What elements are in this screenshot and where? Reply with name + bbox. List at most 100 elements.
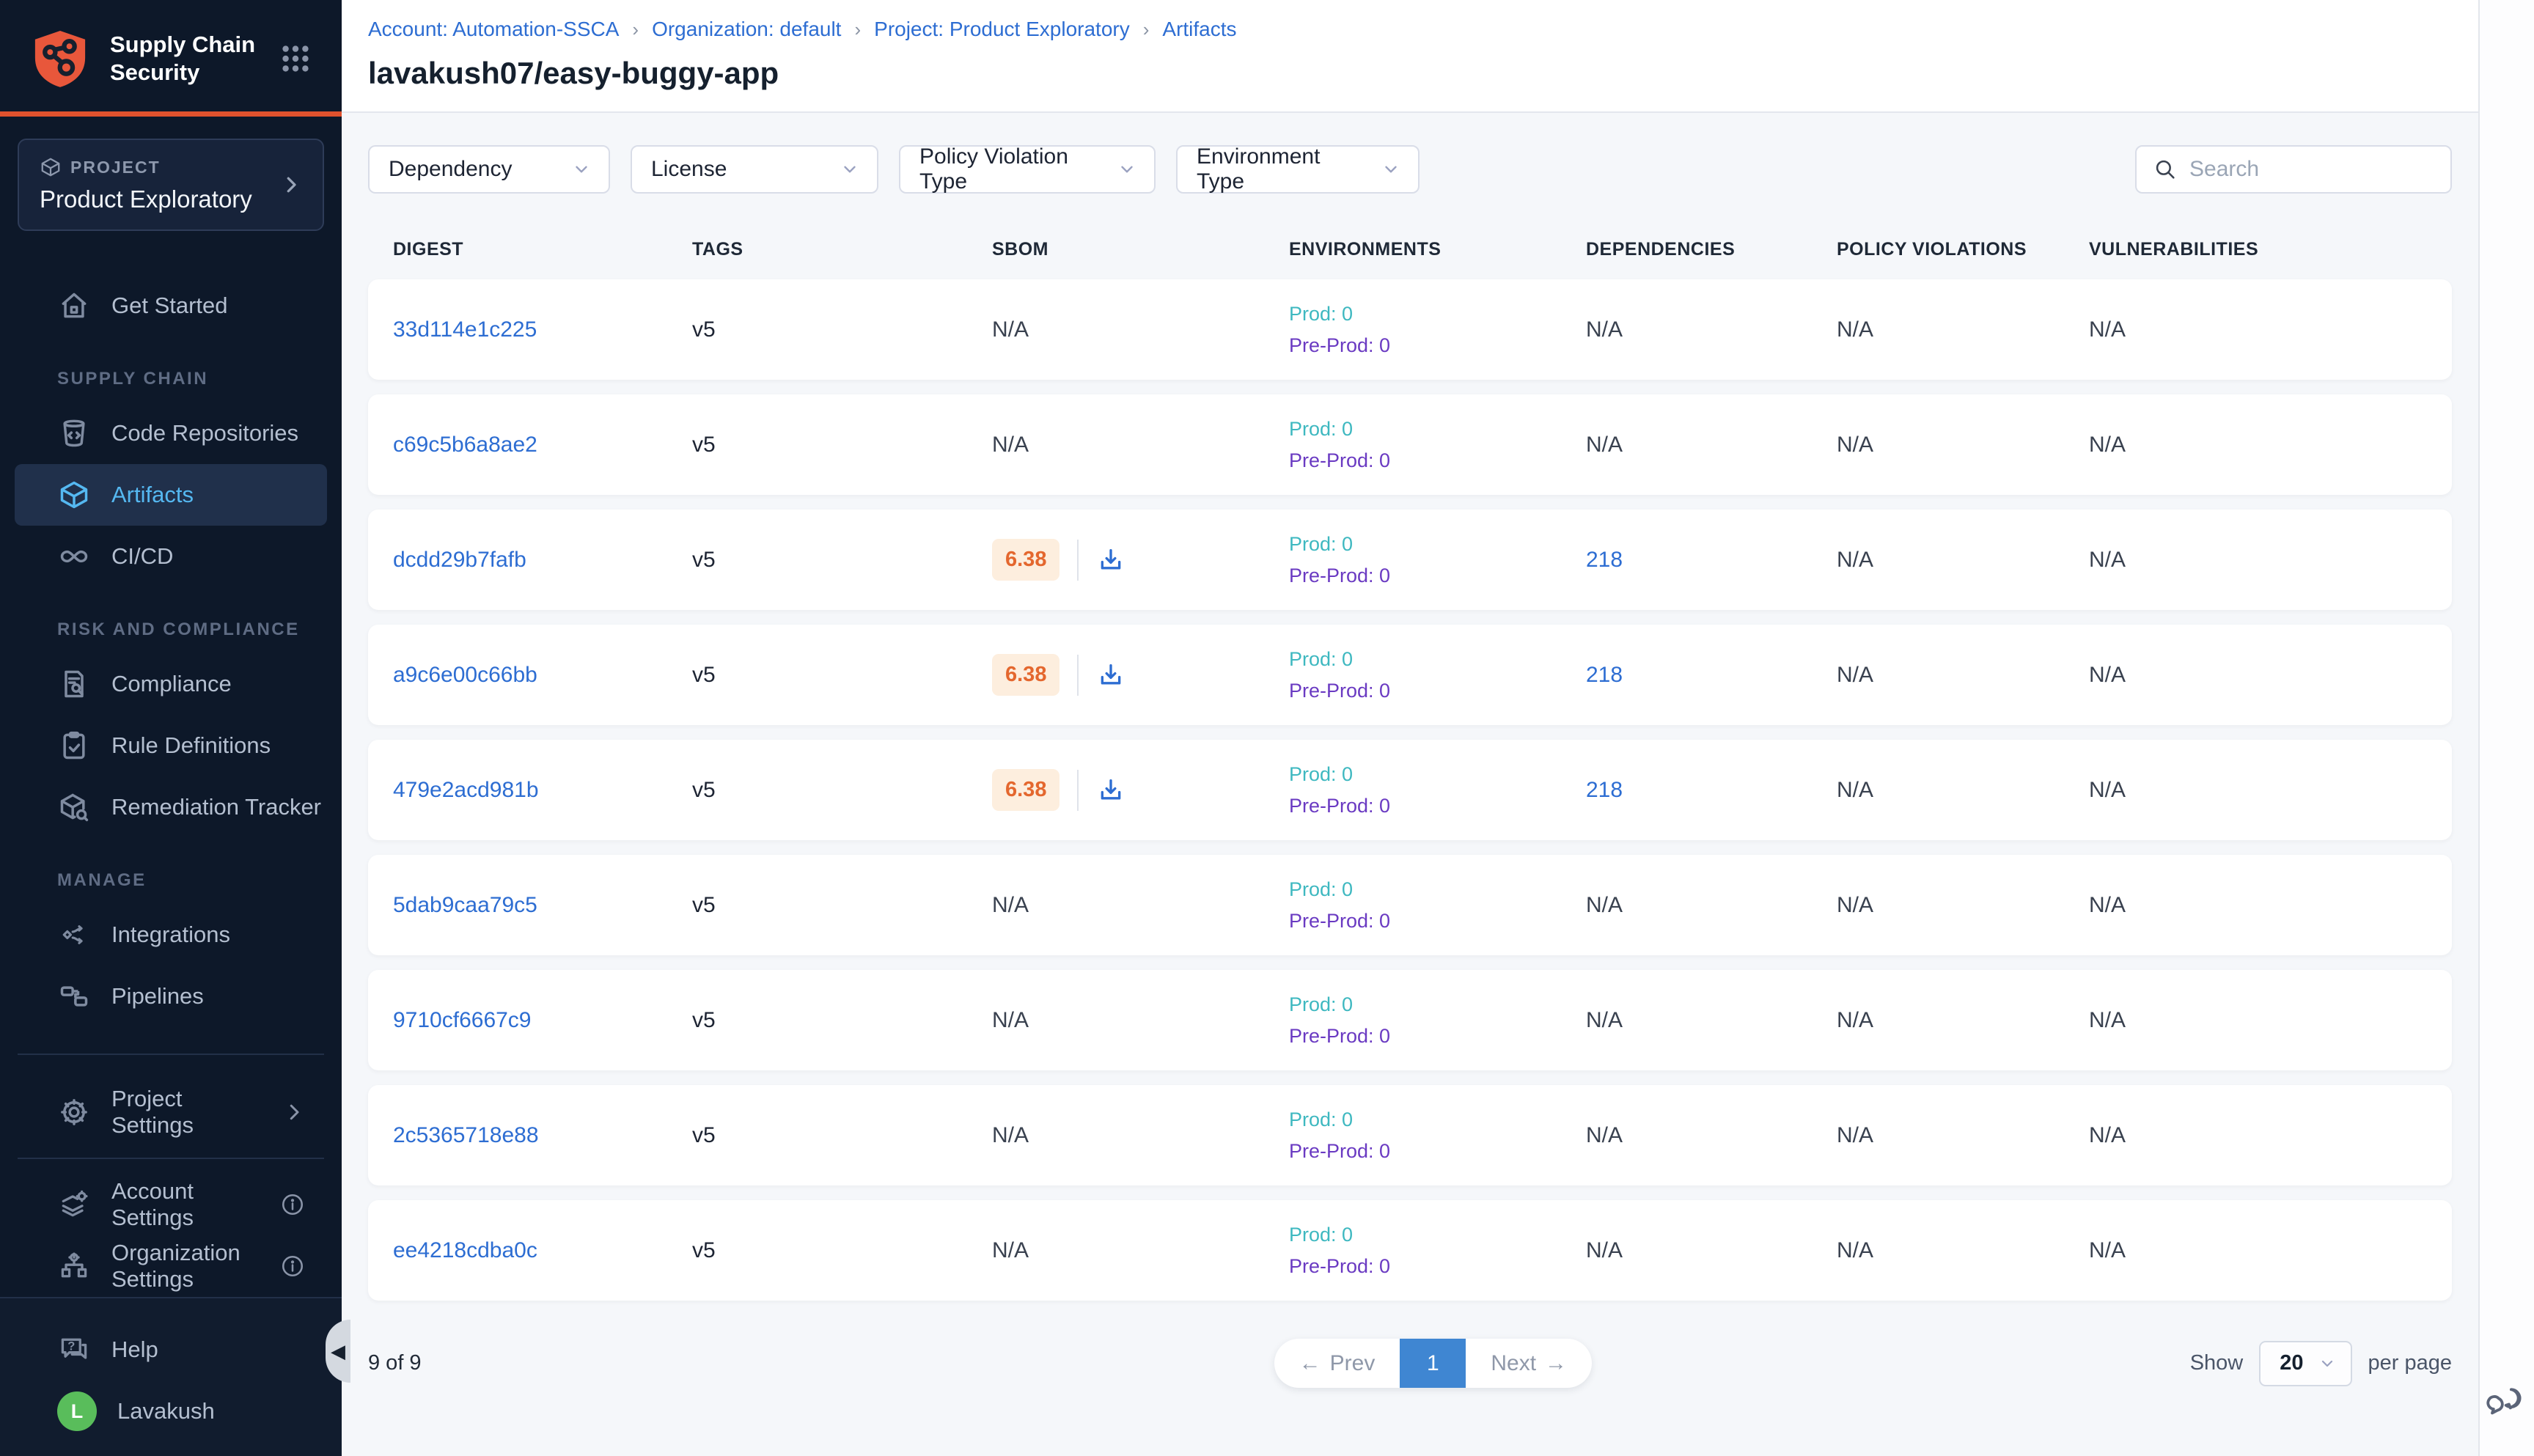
sidebar-item-remediation-tracker[interactable]: Remediation Tracker	[15, 776, 327, 838]
sbom-download-button[interactable]	[1096, 661, 1125, 690]
tag-value: v5	[692, 1008, 716, 1033]
sbom-cell: N/A	[992, 1238, 1289, 1263]
tag-value: v5	[692, 317, 716, 342]
chevron-right-icon: ›	[1143, 18, 1150, 41]
sbom-download-button[interactable]	[1096, 776, 1125, 805]
digest-link[interactable]: 33d114e1c225	[393, 317, 537, 342]
license-filter-dropdown[interactable]: License	[631, 145, 878, 194]
table-row: c69c5b6a8ae2 v5 N/A Prod: 0 Pre-Prod: 0 …	[368, 394, 2452, 495]
digest-link[interactable]: 479e2acd981b	[393, 778, 539, 803]
env-preprod-value: Pre-Prod: 0	[1289, 449, 1390, 472]
search-input[interactable]	[2189, 157, 2472, 182]
sbom-cell: N/A	[992, 1123, 1289, 1148]
sidebar-item-artifacts[interactable]: Artifacts	[15, 464, 327, 526]
section-risk-and-compliance: RISK AND COMPLIANCE	[0, 619, 342, 640]
vulnerabilities-value: N/A	[2089, 893, 2126, 918]
digest-link[interactable]: 5dab9caa79c5	[393, 893, 537, 918]
table-row: 33d114e1c225 v5 N/A Prod: 0 Pre-Prod: 0 …	[368, 279, 2452, 380]
dependencies-value: N/A	[1586, 893, 1623, 918]
breadcrumb: Account: Automation-SSCA › Organization:…	[368, 18, 2452, 41]
column-header-digest: DIGEST	[393, 239, 692, 260]
prev-page-button[interactable]: ← Prev	[1274, 1339, 1400, 1388]
sidebar-item-rule-definitions[interactable]: Rule Definitions	[15, 715, 327, 776]
main-content: Account: Automation-SSCA › Organization:…	[342, 0, 2478, 1456]
pagination-control: ← Prev 1 Next →	[1274, 1339, 1592, 1388]
digest-link[interactable]: dcdd29b7fafb	[393, 548, 526, 573]
sidebar-item-get-started[interactable]: Get Started	[15, 275, 327, 337]
sidebar-item-user[interactable]: L Lavakush	[15, 1380, 327, 1442]
breadcrumb-account[interactable]: Account: Automation-SSCA	[368, 18, 619, 41]
info-icon[interactable]	[280, 1254, 305, 1279]
info-icon[interactable]	[280, 1192, 305, 1217]
breadcrumb-project[interactable]: Project: Product Exploratory	[874, 18, 1130, 41]
artifacts-cube-icon	[57, 478, 91, 512]
dependencies-value[interactable]: 218	[1586, 548, 1623, 573]
sbom-na-value: N/A	[992, 1123, 1029, 1148]
sidebar-item-integrations[interactable]: Integrations	[15, 904, 327, 966]
sbom-score-badge: 6.38	[992, 654, 1059, 696]
artifacts-panel: Dependency License Policy Violation Type	[342, 113, 2478, 1456]
sbom-na-value: N/A	[992, 893, 1029, 918]
app-grid-icon[interactable]	[279, 42, 312, 76]
sidebar-item-label: CI/CD	[111, 543, 173, 570]
table-row: 479e2acd981b v5 6.38 Prod: 0 Pre-Prod: 0…	[368, 740, 2452, 840]
digest-link[interactable]: a9c6e00c66bb	[393, 663, 537, 688]
env-preprod-value: Pre-Prod: 0	[1289, 910, 1390, 933]
vulnerabilities-value: N/A	[2089, 778, 2126, 803]
environments-cell: Prod: 0 Pre-Prod: 0	[1289, 763, 1586, 817]
table-row: a9c6e00c66bb v5 6.38 Prod: 0 Pre-Prod: 0…	[368, 625, 2452, 725]
dependencies-value: N/A	[1586, 317, 1623, 342]
scrollbar-gutter[interactable]	[2478, 0, 2534, 1456]
sidebar-item-organization-settings[interactable]: Organization Settings	[15, 1235, 327, 1297]
prev-page-label: Prev	[1330, 1351, 1376, 1376]
env-prod-value: Prod: 0	[1289, 648, 1353, 671]
chevron-right-icon: ›	[632, 18, 639, 41]
chevron-right-icon: ›	[854, 18, 861, 41]
sidebar-item-project-settings[interactable]: Project Settings	[15, 1081, 327, 1143]
sidebar-item-help[interactable]: ? Help	[15, 1319, 327, 1380]
project-selector-main: PROJECT Product Exploratory	[40, 156, 280, 213]
sbom-rich: 6.38	[992, 539, 1125, 581]
environment-type-filter-dropdown[interactable]: Environment Type	[1176, 145, 1420, 194]
policy-violation-type-filter-dropdown[interactable]: Policy Violation Type	[899, 145, 1156, 194]
page-number-button[interactable]: 1	[1400, 1339, 1466, 1388]
layers-gear-icon	[57, 1188, 91, 1221]
env-prod-value: Prod: 0	[1289, 763, 1353, 786]
project-selector[interactable]: PROJECT Product Exploratory	[18, 139, 324, 231]
home-icon	[57, 289, 91, 323]
section-supply-chain: SUPPLY CHAIN	[0, 369, 342, 389]
breadcrumb-organization[interactable]: Organization: default	[652, 18, 841, 41]
sidebar-item-pipelines[interactable]: Pipelines	[15, 966, 327, 1027]
dependencies-value[interactable]: 218	[1586, 663, 1623, 688]
sbom-download-button[interactable]	[1096, 545, 1125, 575]
digest-link[interactable]: 9710cf6667c9	[393, 1008, 532, 1033]
sidebar-item-account-settings[interactable]: Account Settings	[15, 1174, 327, 1235]
sbom-divider	[1077, 655, 1079, 696]
digest-link[interactable]: c69c5b6a8ae2	[393, 433, 537, 457]
digest-link[interactable]: 2c5365718e88	[393, 1123, 539, 1148]
next-page-button[interactable]: Next →	[1466, 1339, 1592, 1388]
env-preprod-value: Pre-Prod: 0	[1289, 334, 1390, 357]
environments-cell: Prod: 0 Pre-Prod: 0	[1289, 1108, 1586, 1163]
sidebar-nav: Get Started SUPPLY CHAIN Code Repositori…	[0, 231, 342, 1297]
supply-chain-security-logo-icon	[29, 26, 91, 91]
vulnerabilities-value: N/A	[2089, 1008, 2126, 1033]
column-header-dependencies: DEPENDENCIES	[1586, 239, 1837, 260]
column-header-tags: TAGS	[692, 239, 992, 260]
sidebar-item-code-repositories[interactable]: Code Repositories	[15, 402, 327, 464]
sbom-na-value: N/A	[992, 1238, 1029, 1263]
sidebar-item-cicd[interactable]: CI/CD	[15, 526, 327, 587]
dependency-filter-dropdown[interactable]: Dependency	[368, 145, 610, 194]
table-row: ee4218cdba0c v5 N/A Prod: 0 Pre-Prod: 0 …	[368, 1200, 2452, 1301]
project-selector-value: Product Exploratory	[40, 185, 280, 213]
per-page-dropdown[interactable]: 20	[2259, 1341, 2351, 1386]
breadcrumb-artifacts[interactable]: Artifacts	[1162, 18, 1236, 41]
env-prod-value: Prod: 0	[1289, 1224, 1353, 1246]
environments-cell: Prod: 0 Pre-Prod: 0	[1289, 533, 1586, 587]
policy-violations-value: N/A	[1837, 663, 1873, 688]
digest-link[interactable]: ee4218cdba0c	[393, 1238, 537, 1263]
dependencies-value[interactable]: 218	[1586, 778, 1623, 803]
feedback-chat-icon[interactable]	[2486, 1381, 2525, 1421]
sidebar-item-compliance[interactable]: Compliance	[15, 653, 327, 715]
sbom-cell: 6.38	[992, 539, 1289, 581]
